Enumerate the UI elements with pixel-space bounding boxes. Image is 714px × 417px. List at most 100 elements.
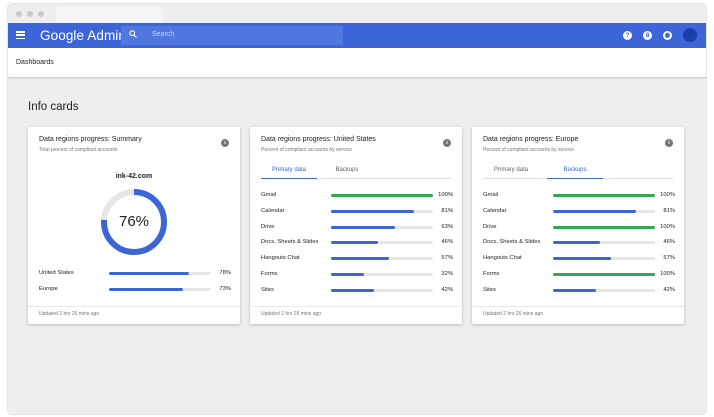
progress-row: Sites 42% bbox=[261, 286, 453, 295]
row-value: 100% bbox=[660, 192, 675, 198]
progress-fill bbox=[553, 194, 655, 197]
progress-fill bbox=[331, 288, 374, 292]
info-icon[interactable]: i bbox=[665, 139, 673, 147]
progress-track bbox=[553, 225, 655, 229]
row-label: Hangouts Chat bbox=[483, 255, 522, 262]
progress-track bbox=[331, 209, 433, 213]
tab-backups[interactable]: Backups bbox=[547, 166, 603, 179]
row-label: Gmail bbox=[261, 192, 277, 198]
progress-track bbox=[553, 209, 655, 213]
row-value: 57% bbox=[441, 255, 453, 262]
card-title: Data regions progress: Europe bbox=[483, 136, 579, 143]
window-minimize-dot[interactable] bbox=[27, 11, 33, 17]
row-value: 57% bbox=[663, 255, 675, 262]
progress-track bbox=[553, 273, 655, 276]
progress-row: United States 78% bbox=[39, 269, 231, 278]
progress-track bbox=[331, 225, 433, 229]
progress-row: Calendar 81% bbox=[483, 207, 675, 216]
progress-track bbox=[331, 241, 433, 245]
progress-fill bbox=[109, 272, 189, 275]
row-label: Forms bbox=[483, 271, 500, 277]
info-icon[interactable]: i bbox=[443, 139, 451, 147]
progress-fill bbox=[553, 241, 600, 245]
progress-fill bbox=[331, 257, 390, 261]
progress-row: Forms 32% bbox=[261, 270, 453, 279]
card-footer: Updated 2 hrs 26 mins ago bbox=[261, 311, 322, 317]
progress-fill bbox=[331, 194, 433, 197]
progress-row: Docs, Sheets & Slides 46% bbox=[261, 238, 453, 247]
row-value: 100% bbox=[438, 192, 453, 198]
card-subtitle: Total percent of compliant accounts bbox=[39, 147, 118, 153]
tab-backups[interactable]: Backups bbox=[325, 166, 369, 179]
progress-row: Calendar 81% bbox=[261, 207, 453, 216]
row-label: Gmail bbox=[483, 192, 499, 198]
apps-icon[interactable]: 8 bbox=[643, 31, 652, 40]
tab-primary-data[interactable]: Primary data bbox=[483, 166, 539, 179]
card-europe: Data regions progress: Europe Percent of… bbox=[472, 127, 684, 324]
tab-primary-data[interactable]: Primary data bbox=[261, 166, 317, 179]
card-summary: Data regions progress: Summary Total per… bbox=[28, 127, 240, 324]
window-close-dot[interactable] bbox=[16, 11, 22, 17]
card-united-states: Data regions progress: United States Per… bbox=[250, 127, 462, 324]
row-label: Sites bbox=[483, 286, 496, 293]
progress-track bbox=[331, 288, 433, 292]
row-label: United States bbox=[39, 270, 74, 276]
window-maximize-dot[interactable] bbox=[38, 11, 44, 17]
row-label: Calendar bbox=[261, 207, 285, 214]
progress-track bbox=[553, 194, 655, 197]
row-value: 42% bbox=[663, 286, 675, 293]
row-value: 100% bbox=[660, 223, 675, 230]
progress-track bbox=[331, 194, 433, 197]
breadcrumb[interactable]: Dashboards bbox=[16, 59, 54, 66]
help-icon[interactable]: ? bbox=[623, 31, 632, 40]
card-subtitle: Percent of compliant accounts by service bbox=[261, 147, 352, 153]
breadcrumb-bar: Dashboards bbox=[8, 48, 706, 77]
search-input[interactable]: Search bbox=[121, 26, 343, 45]
row-label: Forms bbox=[261, 271, 278, 277]
card-title: Data regions progress: Summary bbox=[39, 136, 142, 143]
info-icon[interactable]: i bbox=[221, 139, 229, 147]
row-value: 32% bbox=[441, 271, 453, 277]
brand-logo[interactable]: Google Admin bbox=[40, 28, 126, 43]
progress-track bbox=[553, 241, 655, 245]
card-footer: Updated 2 hrs 26 mins ago bbox=[39, 311, 100, 317]
tab-bar: Primary data Backups bbox=[483, 166, 673, 179]
progress-row: Docs, Sheets & Slides 46% bbox=[483, 238, 675, 247]
progress-fill bbox=[331, 209, 414, 213]
progress-fill bbox=[331, 273, 364, 276]
progress-fill bbox=[553, 209, 636, 213]
domain-label: ink-42.com bbox=[115, 173, 153, 180]
progress-row: Hangouts Chat 57% bbox=[261, 254, 453, 263]
notifications-icon[interactable]: ◉ bbox=[663, 31, 672, 40]
row-label: Docs, Sheets & Slides bbox=[483, 239, 541, 246]
row-value: 81% bbox=[663, 207, 675, 214]
progress-fill bbox=[553, 257, 612, 261]
row-value: 81% bbox=[441, 207, 453, 214]
progress-fill bbox=[331, 225, 396, 229]
section-title: Info cards bbox=[28, 101, 79, 113]
avatar[interactable] bbox=[683, 28, 697, 42]
tab-bar: Primary data Backups bbox=[261, 166, 451, 179]
row-value: 73% bbox=[219, 286, 231, 292]
row-label: Hangouts Chat bbox=[261, 255, 300, 262]
progress-track bbox=[331, 273, 433, 276]
browser-tab[interactable] bbox=[56, 7, 162, 23]
progress-row: Sites 42% bbox=[483, 286, 675, 295]
row-value: 46% bbox=[441, 239, 453, 246]
donut-value: 76% bbox=[118, 213, 150, 230]
progress-track bbox=[553, 257, 655, 261]
progress-track bbox=[109, 272, 211, 275]
row-label: Europe bbox=[39, 286, 58, 292]
search-icon bbox=[129, 30, 137, 38]
row-value: 63% bbox=[441, 223, 453, 230]
progress-row: Europe 73% bbox=[39, 285, 231, 294]
app-bar: Google Admin Search ? 8 ◉ bbox=[8, 23, 706, 48]
row-value: 46% bbox=[663, 239, 675, 246]
row-value: 42% bbox=[441, 286, 453, 293]
row-value: 100% bbox=[660, 271, 675, 277]
progress-fill bbox=[553, 288, 596, 292]
progress-row: Gmail 100% bbox=[483, 191, 675, 200]
menu-icon[interactable] bbox=[16, 31, 25, 40]
card-footer: Updated 2 hrs 26 mins ago bbox=[483, 311, 544, 317]
card-subtitle: Percent of compliant accounts by service bbox=[483, 147, 574, 153]
